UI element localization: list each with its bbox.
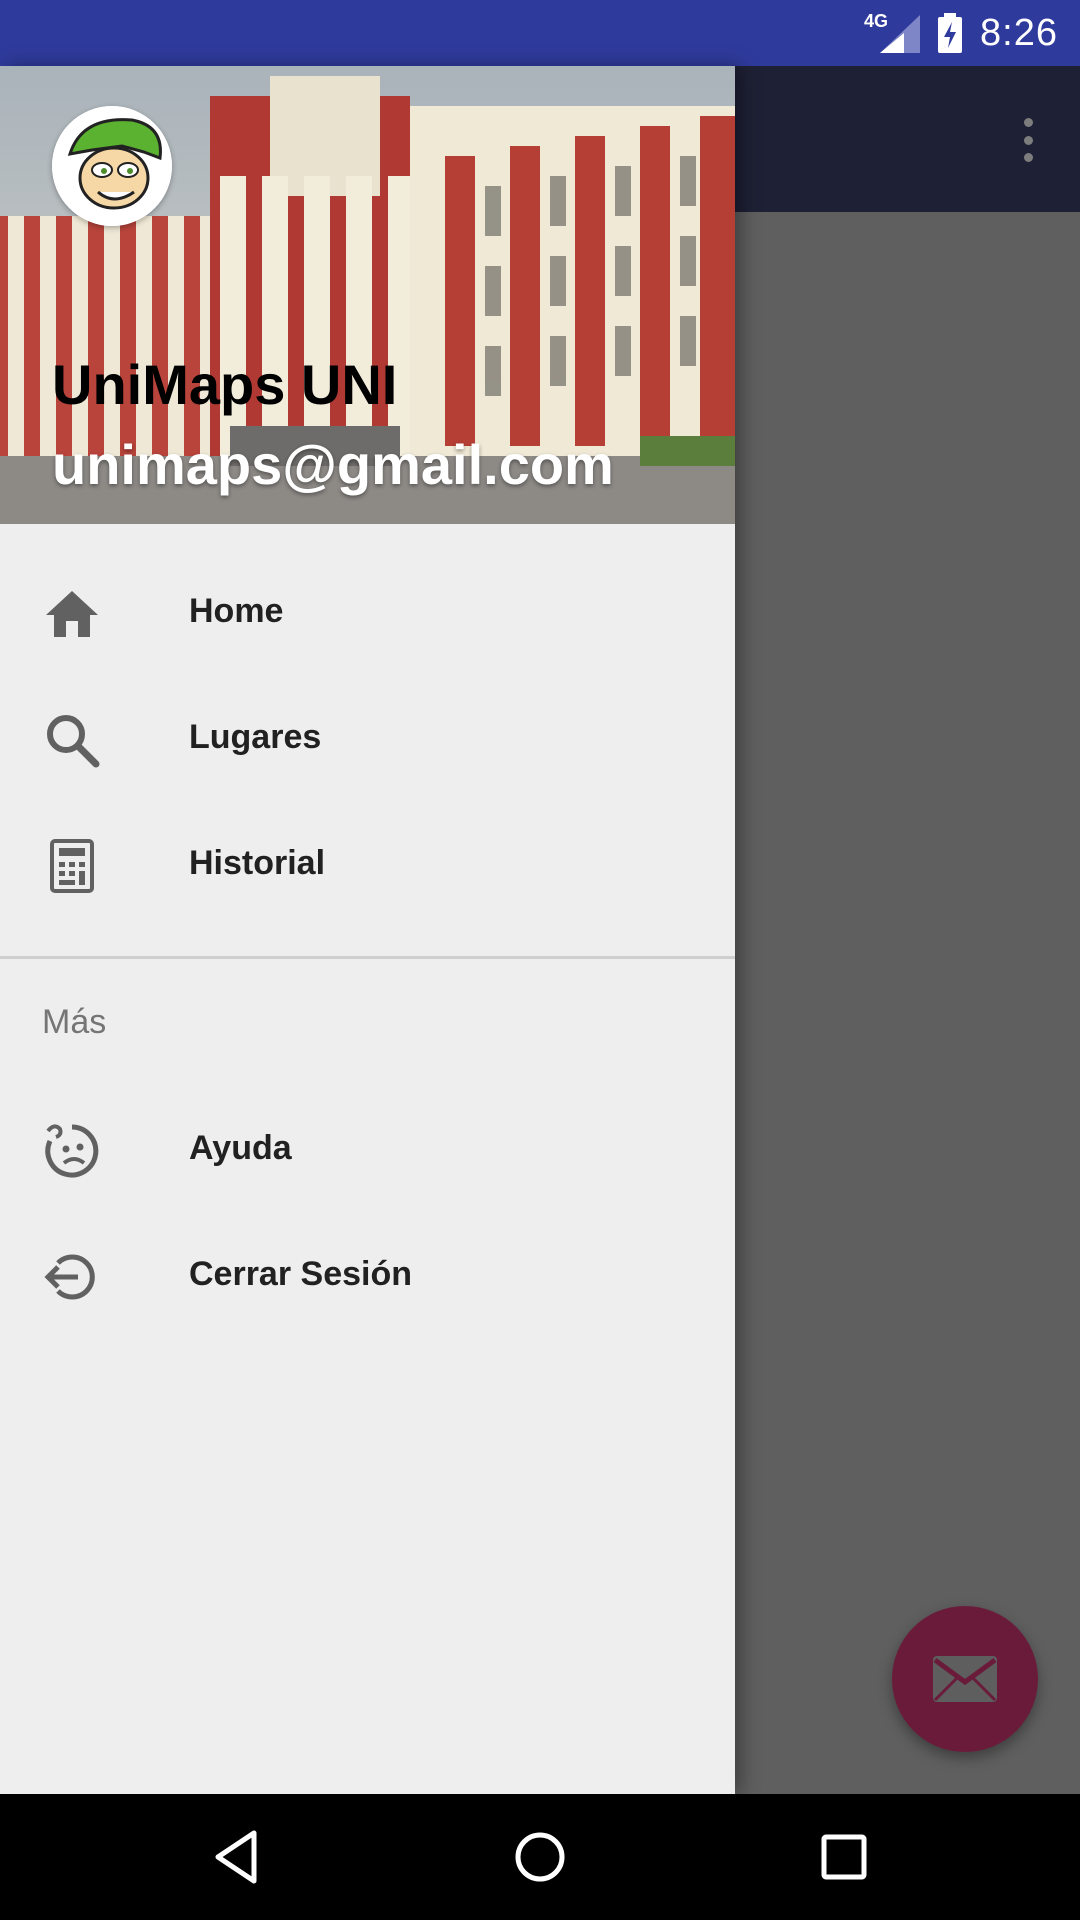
cartoon-avatar xyxy=(52,106,172,226)
avatar[interactable] xyxy=(52,106,172,226)
email-icon xyxy=(933,1656,997,1702)
drawer-user-email: unimaps@gmail.com xyxy=(52,433,614,496)
section-title-mas: Más xyxy=(42,1002,107,1041)
menu-item-historial[interactable]: Historial xyxy=(0,800,735,926)
battery-charging-icon xyxy=(938,13,963,53)
logout-icon xyxy=(44,1249,100,1305)
menu-item-label: Lugares xyxy=(189,717,322,756)
drawer-menu: Home Lugares Historial Más Ayuda Cerrar … xyxy=(0,524,735,1337)
back-icon[interactable] xyxy=(210,1829,266,1885)
menu-item-ayuda[interactable]: Ayuda xyxy=(0,1085,735,1211)
drawer-user-name: UniMaps UNI xyxy=(52,353,398,416)
status-bar: 4G 8:26 xyxy=(0,0,1080,66)
menu-item-lugares[interactable]: Lugares xyxy=(0,674,735,800)
drawer-header: UniMaps UNI unimaps@gmail.com xyxy=(0,66,735,524)
home-icon xyxy=(44,586,100,642)
face-help-icon xyxy=(44,1123,100,1179)
home-circle-icon[interactable] xyxy=(512,1829,568,1885)
more-vert-icon[interactable] xyxy=(1016,118,1040,162)
menu-item-home[interactable]: Home xyxy=(0,548,735,674)
menu-item-label: Home xyxy=(189,591,284,630)
menu-item-cerrar-sesion[interactable]: Cerrar Sesión xyxy=(0,1211,735,1337)
menu-item-label: Ayuda xyxy=(189,1128,292,1167)
recents-icon[interactable] xyxy=(816,1829,872,1885)
search-icon xyxy=(44,712,100,768)
status-time: 8:26 xyxy=(980,11,1058,54)
email-fab-button[interactable] xyxy=(892,1606,1038,1752)
network-signal-icon: 4G xyxy=(864,11,921,53)
navigation-drawer: UniMaps UNI unimaps@gmail.com Home Lugar… xyxy=(0,66,735,1794)
system-nav-bar xyxy=(0,1794,1080,1920)
menu-item-label: Cerrar Sesión xyxy=(189,1254,412,1293)
calculator-icon xyxy=(44,838,100,894)
menu-item-label: Historial xyxy=(189,843,326,882)
